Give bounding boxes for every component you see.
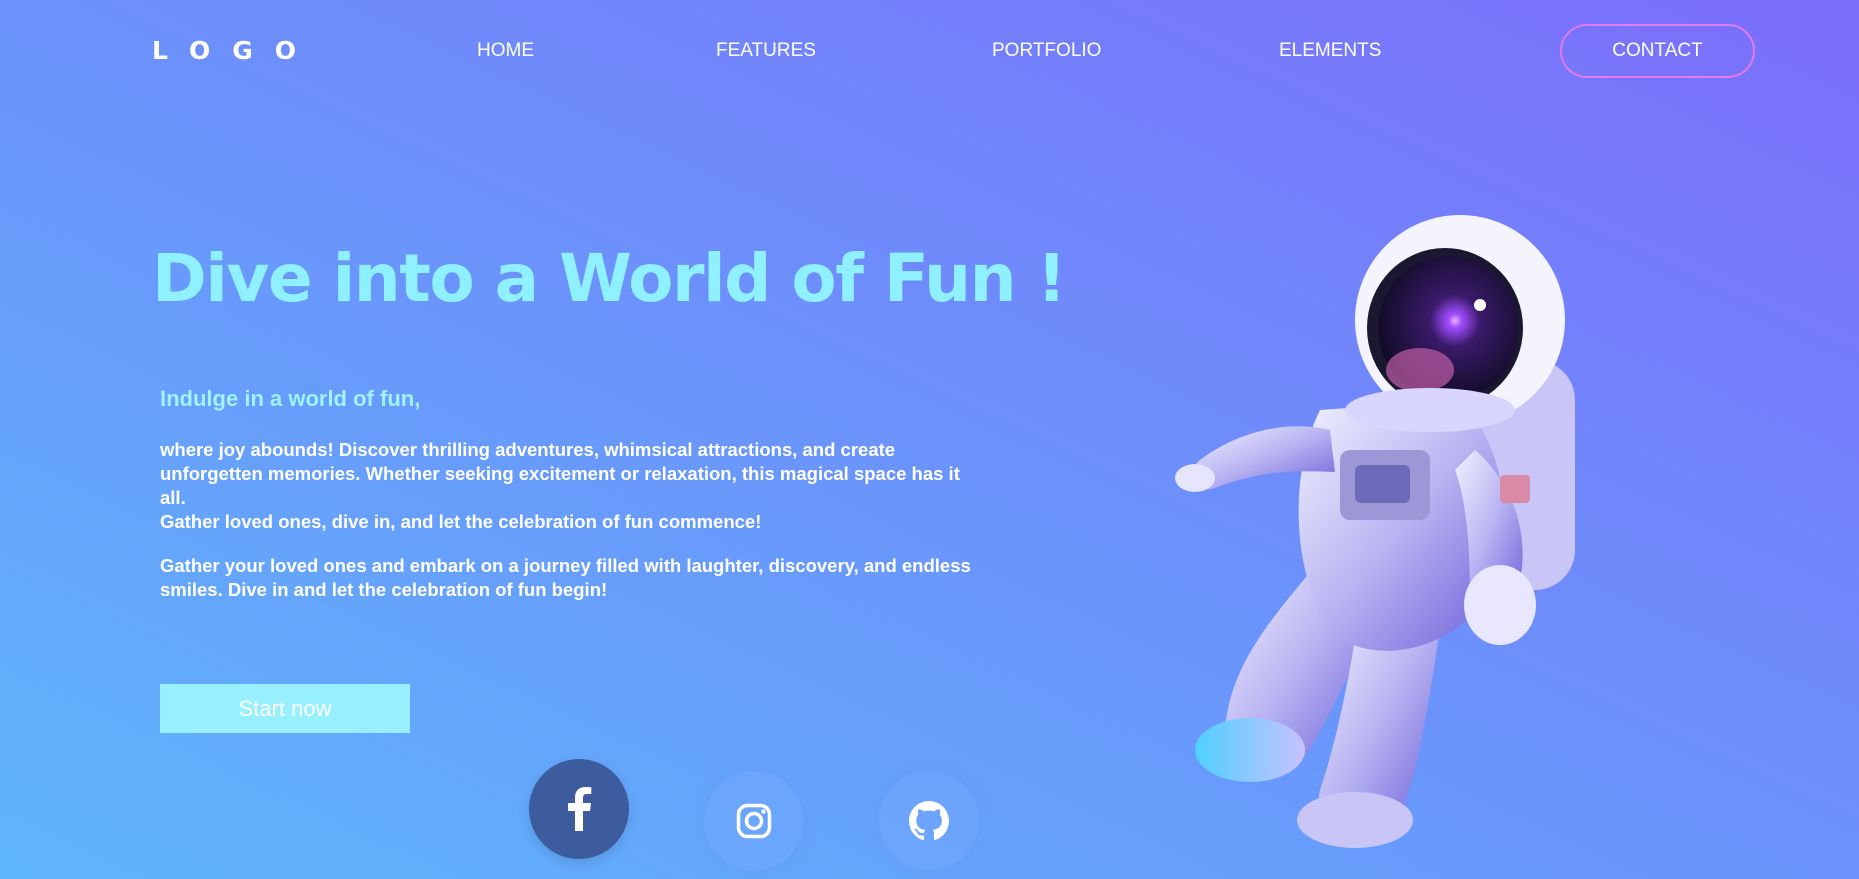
nav-home-link[interactable]: HOME — [477, 40, 534, 62]
instagram-icon — [736, 803, 772, 839]
github-button[interactable] — [879, 771, 979, 871]
instagram-button[interactable] — [704, 771, 804, 871]
facebook-button[interactable] — [529, 759, 629, 859]
nav-features-link[interactable]: FEATURES — [716, 40, 816, 62]
hero-subheading: Indulge in a world of fun, — [160, 386, 421, 411]
landing-page: LOGO HOME FEATURES PORTFOLIO ELEMENTS CO… — [0, 0, 1859, 879]
start-now-button[interactable]: Start now — [160, 684, 410, 733]
nav-elements-link[interactable]: ELEMENTS — [1279, 40, 1381, 62]
hero-paragraph-2: Gather your loved ones and embark on a j… — [160, 555, 971, 600]
hero-paragraph-1: where joy abounds! Discover thrilling ad… — [160, 438, 990, 534]
hero-paragraph-1-line-2: Gather loved ones, dive in, and let the … — [160, 511, 762, 532]
contact-button[interactable]: CONTACT — [1560, 24, 1755, 78]
nav-portfolio-link[interactable]: PORTFOLIO — [992, 40, 1101, 62]
github-icon — [909, 801, 949, 841]
astronaut-illustration — [1175, 215, 1575, 848]
hero-title: Dive into a World of Fun ! — [152, 240, 1067, 317]
hero-paragraph-1-line-1: where joy abounds! Discover thrilling ad… — [160, 439, 960, 508]
facebook-icon — [568, 787, 592, 831]
